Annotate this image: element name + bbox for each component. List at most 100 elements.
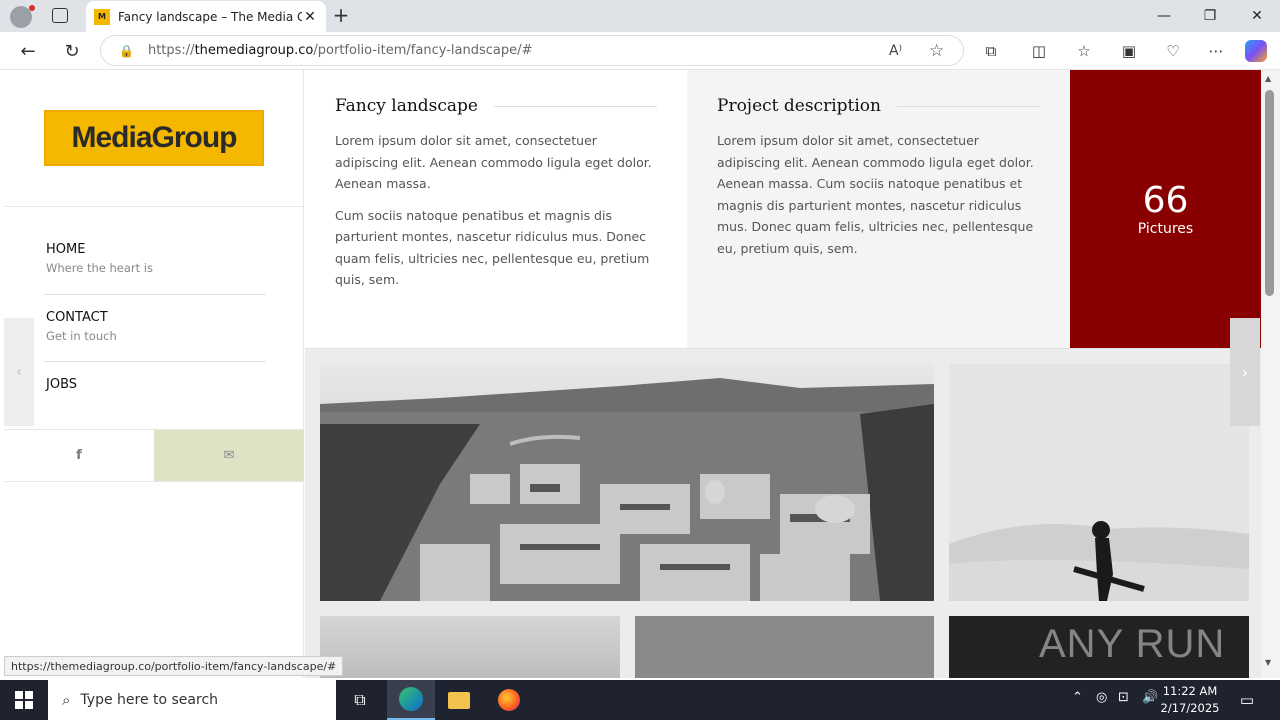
- pictures-count: 66: [1142, 180, 1189, 221]
- city-photo-icon: [320, 364, 934, 601]
- notification-dot: [29, 5, 35, 11]
- url-path: /portfolio-item/fancy-landscape/#: [313, 43, 533, 58]
- next-arrow-button[interactable]: ›: [1230, 318, 1260, 426]
- heading-rule: [896, 105, 1040, 107]
- description-heading: Project description: [717, 96, 1040, 116]
- sidebar-divider: [4, 206, 304, 207]
- sidebar: MediaGroup HOME Where the heart is CONTA…: [4, 70, 304, 678]
- nav-contact-label: CONTACT: [46, 310, 108, 325]
- nav-home-sub: Where the heart is: [46, 261, 153, 275]
- favorite-star-icon[interactable]: ☆: [929, 41, 944, 61]
- nav-separator: [44, 361, 266, 362]
- folder-icon: [448, 691, 470, 709]
- gallery-image-city[interactable]: [320, 364, 934, 601]
- task-view-button[interactable]: ⧉: [336, 680, 384, 720]
- lock-icon[interactable]: 🔒: [119, 44, 134, 58]
- tab-actions-icon[interactable]: [52, 8, 68, 23]
- clock-time: 11:22 AM: [1162, 684, 1218, 698]
- gallery-image-desert[interactable]: [949, 364, 1249, 601]
- favorites-icon[interactable]: ☆: [1071, 38, 1097, 64]
- nav-home-label: HOME: [46, 242, 86, 257]
- url-scheme: https://: [147, 43, 195, 58]
- mail-button[interactable]: ✉: [154, 430, 304, 481]
- start-button[interactable]: [0, 680, 48, 720]
- chevron-right-icon: ›: [1241, 362, 1249, 382]
- nav-jobs-label: JOBS: [46, 377, 78, 392]
- address-bar-row: ← ↻ 🔒 https://themediagroup.co/portfolio…: [0, 32, 1280, 70]
- notifications-button[interactable]: ▭: [1230, 680, 1264, 720]
- volume-icon[interactable]: 🔊: [1142, 690, 1158, 705]
- gallery: ANY RUN: [305, 348, 1261, 678]
- facebook-icon: f: [76, 448, 82, 463]
- description-title: Project description: [717, 96, 881, 116]
- clock-date: 2/17/2025: [1160, 701, 1220, 715]
- intro-block: Fancy landscape Lorem ipsum dolor sit am…: [305, 70, 687, 348]
- title-bar: M Fancy landscape – The Media Gro ✕ + — …: [0, 0, 1280, 32]
- edge-icon: [399, 687, 423, 711]
- browser-essentials-icon[interactable]: ♡: [1160, 38, 1186, 64]
- sidebar-divider: [4, 481, 304, 482]
- desert-photo-icon: [949, 364, 1249, 601]
- nav-separator: [44, 294, 266, 295]
- taskbar-search[interactable]: ⌕ Type here to search: [48, 680, 336, 720]
- pictures-label: Pictures: [1137, 221, 1194, 237]
- heading-rule: [493, 105, 657, 107]
- prev-arrow-button[interactable]: ‹: [4, 318, 34, 426]
- copilot-icon[interactable]: [1245, 40, 1267, 62]
- read-aloud-icon[interactable]: A⁾: [889, 43, 902, 59]
- pictures-counter: 66 Pictures: [1070, 70, 1261, 348]
- back-button[interactable]: ←: [13, 36, 43, 66]
- scrollbar-thumb[interactable]: [1265, 90, 1274, 296]
- scroll-down-icon[interactable]: ▼: [1265, 658, 1271, 667]
- restore-button[interactable]: ❐: [1187, 0, 1233, 32]
- status-bar-url: https://themediagroup.co/portfolio-item/…: [4, 656, 344, 676]
- collections-icon[interactable]: ▣: [1116, 38, 1142, 64]
- search-placeholder: Type here to search: [80, 692, 219, 708]
- network-icon[interactable]: ⊡: [1118, 690, 1129, 705]
- project-title-heading: Fancy landscape: [335, 96, 657, 116]
- extensions-icon[interactable]: ⧉: [978, 38, 1004, 64]
- scroll-up-icon[interactable]: ▲: [1265, 74, 1271, 83]
- watermark-text: ANY RUN: [1039, 622, 1226, 666]
- more-options-icon[interactable]: ⋯: [1203, 38, 1229, 64]
- gallery-image-4[interactable]: [635, 616, 934, 678]
- page-scrollbar[interactable]: ▲ ▼: [1261, 70, 1280, 678]
- firefox-button[interactable]: [485, 680, 533, 720]
- intro-paragraph-2: Cum sociis natoque penatibus et magnis d…: [335, 207, 650, 288]
- description-block: Project description Lorem ipsum dolor si…: [687, 70, 1070, 348]
- tab-title: Fancy landscape – The Media Gro: [118, 9, 302, 24]
- facebook-button[interactable]: f: [4, 430, 154, 481]
- split-screen-icon[interactable]: ◫: [1026, 38, 1052, 64]
- file-explorer-button[interactable]: [435, 680, 483, 720]
- taskbar: ⌕ Type here to search ⧉ ⌃ ◎ ⊡ 🔊 11:22 AM…: [0, 680, 1280, 720]
- close-window-button[interactable]: ✕: [1234, 0, 1280, 32]
- clock[interactable]: 11:22 AM 2/17/2025: [1160, 683, 1220, 717]
- gallery-image-5[interactable]: ANY RUN: [949, 616, 1249, 678]
- nav-item-contact[interactable]: CONTACT Get in touch: [46, 310, 266, 343]
- url-host: themediagroup.co: [194, 43, 314, 58]
- search-icon: ⌕: [62, 691, 71, 709]
- chevron-left-icon: ‹: [16, 364, 22, 380]
- intro-paragraph-1: Lorem ipsum dolor sit amet, consectetuer…: [335, 133, 652, 191]
- close-tab-icon[interactable]: ✕: [302, 9, 318, 25]
- address-bar[interactable]: 🔒 https://themediagroup.co/portfolio-ite…: [100, 35, 964, 66]
- tab-fancy-landscape[interactable]: M Fancy landscape – The Media Gro ✕: [86, 1, 326, 32]
- description-paragraph: Lorem ipsum dolor sit amet, consectetuer…: [717, 133, 1034, 256]
- firefox-icon: [498, 689, 520, 711]
- logo-text: MediaGroup: [71, 121, 238, 155]
- new-tab-button[interactable]: +: [330, 4, 352, 26]
- refresh-button[interactable]: ↻: [57, 36, 87, 66]
- edge-taskbar-button[interactable]: [387, 680, 435, 720]
- nav-item-jobs[interactable]: JOBS: [46, 377, 266, 392]
- nav-item-home[interactable]: HOME Where the heart is: [46, 242, 266, 275]
- gallery-image-3[interactable]: [320, 616, 620, 678]
- mail-icon: ✉: [223, 448, 235, 463]
- meet-now-icon[interactable]: ◎: [1096, 690, 1107, 705]
- minimize-button[interactable]: —: [1141, 0, 1187, 32]
- show-hidden-icons[interactable]: ⌃: [1072, 690, 1083, 705]
- nav-contact-sub: Get in touch: [46, 329, 117, 343]
- web-page: MediaGroup HOME Where the heart is CONTA…: [4, 70, 1261, 678]
- windows-icon: [15, 691, 33, 709]
- favicon-icon: M: [94, 8, 110, 25]
- media-group-logo[interactable]: MediaGroup: [44, 110, 264, 166]
